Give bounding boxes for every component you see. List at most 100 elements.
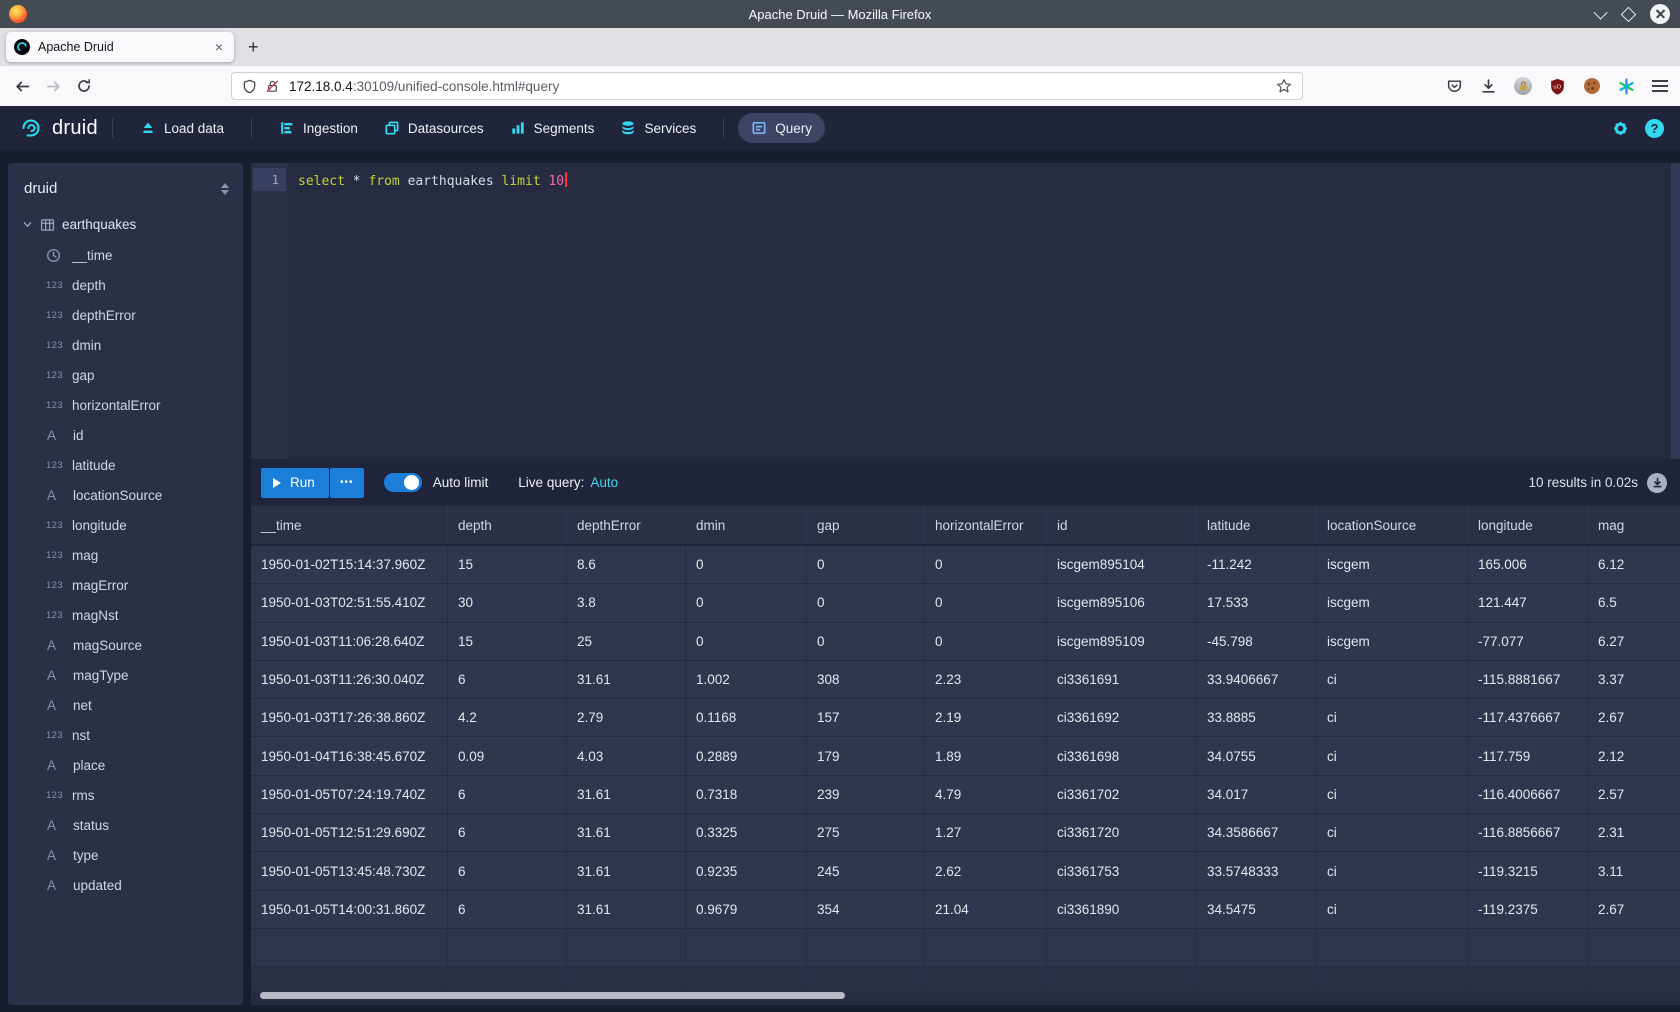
- nav-item-datasources[interactable]: Datasources: [371, 113, 497, 143]
- nav-item-services[interactable]: Services: [607, 113, 709, 143]
- horizontal-scrollbar[interactable]: [260, 992, 845, 999]
- url-bar[interactable]: 172.18.0.4:30109/unified-console.html#qu…: [231, 72, 1303, 100]
- sidebar-column-type[interactable]: Atype: [8, 840, 243, 870]
- menu-icon[interactable]: [1652, 80, 1668, 92]
- editor-scrollbar[interactable]: [1671, 163, 1680, 459]
- asterisk-extension-icon[interactable]: [1618, 78, 1635, 95]
- tab-apache-druid[interactable]: Apache Druid ×: [6, 32, 234, 62]
- sidebar-column-place[interactable]: Aplace: [8, 750, 243, 780]
- pocket-icon[interactable]: [1446, 78, 1463, 95]
- play-icon: [273, 478, 281, 488]
- window-maximize-icon[interactable]: [1621, 6, 1637, 22]
- empty-cell: [1317, 929, 1468, 966]
- number-type-icon: 123: [46, 460, 72, 471]
- column-header-depthError[interactable]: depthError: [567, 506, 686, 544]
- insecure-lock-icon[interactable]: [265, 79, 280, 94]
- run-button[interactable]: Run: [261, 468, 329, 498]
- sidebar-column-magSource[interactable]: AmagSource: [8, 630, 243, 660]
- table-cell: 0: [925, 623, 1047, 660]
- table-cell: 1950-01-03T11:26:30.040Z: [251, 661, 448, 698]
- sql-text[interactable]: select * from earthquakes limit 10: [298, 172, 567, 189]
- sidebar-column-magType[interactable]: AmagType: [8, 660, 243, 690]
- table-cell: 34.017: [1197, 776, 1317, 813]
- sidebar-column-gap[interactable]: 123gap: [8, 360, 243, 390]
- druid-logo[interactable]: druid: [18, 115, 98, 141]
- sidebar-column-rms[interactable]: 123rms: [8, 780, 243, 810]
- sidebar-column-longitude[interactable]: 123longitude: [8, 510, 243, 540]
- url-text[interactable]: 172.18.0.4:30109/unified-console.html#qu…: [289, 79, 1276, 94]
- back-icon[interactable]: [14, 78, 31, 95]
- empty-cell: [1197, 967, 1317, 991]
- privacy-extension-icon[interactable]: [1514, 77, 1532, 95]
- table-cell: 31.61: [567, 814, 686, 851]
- table-cell: iscgem: [1317, 584, 1468, 621]
- nav-item-load-data[interactable]: Load data: [127, 113, 237, 143]
- sidebar-column-depthError[interactable]: 123depthError: [8, 300, 243, 330]
- sidebar-column-time[interactable]: __time: [8, 240, 243, 270]
- table-cell: 0.2889: [686, 737, 807, 774]
- sidebar-column-status[interactable]: Astatus: [8, 810, 243, 840]
- sidebar-column-depth[interactable]: 123depth: [8, 270, 243, 300]
- table-cell: 1950-01-05T12:51:29.690Z: [251, 814, 448, 851]
- table-cell: 2.12: [1588, 737, 1680, 774]
- run-more-button[interactable]: •••: [330, 468, 364, 498]
- table-cell: iscgem: [1317, 546, 1468, 583]
- reload-icon[interactable]: [76, 78, 92, 94]
- table-cell: -77.077: [1468, 623, 1588, 660]
- sidebar-column-locationSource[interactable]: AlocationSource: [8, 480, 243, 510]
- column-header-latitude[interactable]: latitude: [1197, 506, 1317, 544]
- sidebar-column-net[interactable]: Anet: [8, 690, 243, 720]
- column-header-gap[interactable]: gap: [807, 506, 925, 544]
- nav-item-ingestion[interactable]: Ingestion: [266, 113, 371, 143]
- table-cell: 121.447: [1468, 584, 1588, 621]
- column-header-mag[interactable]: mag: [1588, 506, 1680, 544]
- table-icon: [40, 218, 62, 232]
- window-titlebar[interactable]: Apache Druid — Mozilla Firefox: [0, 0, 1680, 28]
- nav-item-segments[interactable]: Segments: [497, 113, 608, 143]
- help-icon[interactable]: ?: [1645, 119, 1664, 138]
- download-results-icon[interactable]: [1647, 473, 1667, 493]
- sidebar-column-nst[interactable]: 123nst: [8, 720, 243, 750]
- sidebar-column-id[interactable]: Aid: [8, 420, 243, 450]
- sidebar-column-magError[interactable]: 123magError: [8, 570, 243, 600]
- live-query-label: Live query:: [518, 475, 584, 490]
- sidebar-column-updated[interactable]: Aupdated: [8, 870, 243, 900]
- shield-icon[interactable]: [242, 79, 257, 94]
- column-label: magError: [72, 578, 128, 593]
- table-cell: iscgem895109: [1047, 623, 1197, 660]
- bookmark-star-icon[interactable]: [1276, 78, 1292, 94]
- new-tab-button[interactable]: +: [248, 37, 259, 58]
- chevron-down-icon[interactable]: [22, 219, 40, 230]
- column-header-longitude[interactable]: longitude: [1468, 506, 1588, 544]
- column-header-id[interactable]: id: [1047, 506, 1197, 544]
- sidebar-column-dmin[interactable]: 123dmin: [8, 330, 243, 360]
- sidebar-column-horizontalError[interactable]: 123horizontalError: [8, 390, 243, 420]
- sort-double-caret-icon[interactable]: [221, 183, 229, 195]
- window-close-icon[interactable]: [1650, 4, 1670, 24]
- sidebar-item-earthquakes[interactable]: earthquakes: [8, 209, 243, 240]
- sidebar-column-mag[interactable]: 123mag: [8, 540, 243, 570]
- column-header-depth[interactable]: depth: [448, 506, 567, 544]
- sidebar-column-latitude[interactable]: 123latitude: [8, 450, 243, 480]
- cookie-extension-icon[interactable]: [1583, 77, 1601, 95]
- column-header-time[interactable]: __time: [251, 506, 448, 544]
- sidebar-column-magNst[interactable]: 123magNst: [8, 600, 243, 630]
- downloads-icon[interactable]: [1480, 78, 1497, 95]
- gear-icon[interactable]: [1611, 119, 1630, 138]
- tab-close-icon[interactable]: ×: [212, 38, 226, 56]
- column-header-dmin[interactable]: dmin: [686, 506, 807, 544]
- table-cell: ci: [1317, 661, 1468, 698]
- table-cell: 1.89: [925, 737, 1047, 774]
- column-header-horizontalError[interactable]: horizontalError: [925, 506, 1047, 544]
- column-header-locationSource[interactable]: locationSource: [1317, 506, 1468, 544]
- editor-gutter: 1: [251, 163, 288, 459]
- empty-row: [251, 967, 1680, 991]
- string-type-icon: A: [46, 428, 73, 443]
- live-query-value[interactable]: Auto: [590, 475, 618, 490]
- nav-item-query[interactable]: Query: [738, 113, 825, 143]
- ublock-origin-icon[interactable]: uO: [1549, 78, 1566, 95]
- forward-icon[interactable]: [45, 78, 62, 95]
- sql-editor[interactable]: 1 select * from earthquakes limit 10: [251, 163, 1680, 459]
- auto-limit-toggle[interactable]: [384, 473, 422, 492]
- table-cell: -117.759: [1468, 737, 1588, 774]
